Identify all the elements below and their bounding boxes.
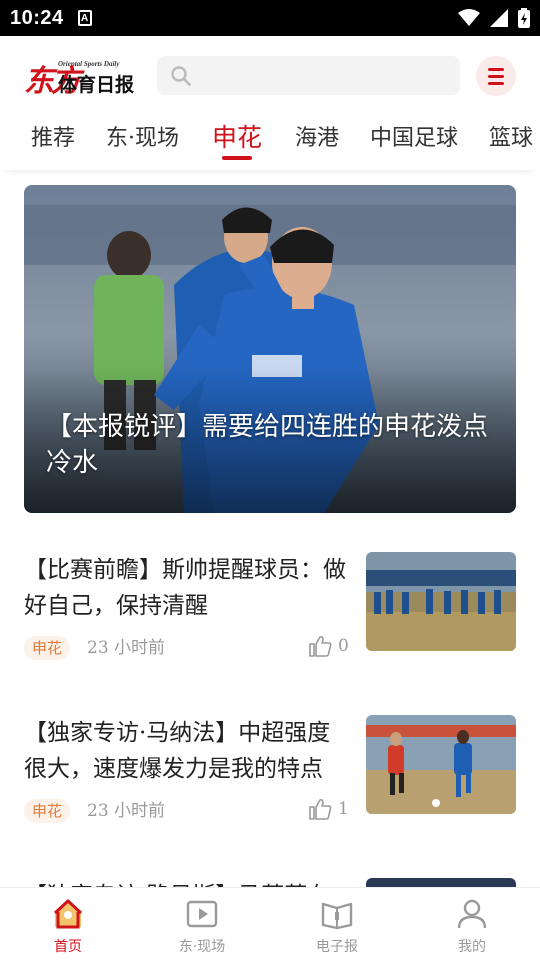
nav-label: 电子报 — [316, 939, 358, 955]
home-icon — [53, 899, 83, 929]
nav-label: 首页 — [54, 939, 82, 955]
news-category-tag[interactable]: 申花 — [24, 636, 71, 660]
app-header: 东方 Oriental Sports Daily 体育日报 — [0, 36, 540, 114]
like-button[interactable]: 1 — [308, 798, 349, 820]
search-input[interactable] — [157, 56, 460, 95]
signal-icon — [490, 9, 508, 27]
app-logo[interactable]: 东方 Oriental Sports Daily 体育日报 — [24, 56, 144, 99]
nav-label: 我的 — [458, 939, 486, 955]
hero-title: 【本报锐评】需要给四连胜的申花泼点冷水 — [46, 412, 489, 478]
tab-chinese-football[interactable]: 中国足球 — [370, 120, 458, 152]
tab-basketball[interactable]: 篮球 — [489, 120, 533, 152]
newspaper-icon — [321, 902, 353, 930]
thumbs-up-icon — [309, 636, 332, 657]
news-title: 【独家专访·马纳法】中超强度很大，速度爆发力是我的特点 — [24, 720, 331, 782]
menu-icon — [488, 67, 504, 71]
profile-icon — [457, 899, 487, 929]
search-icon — [171, 66, 191, 86]
news-title: 【比赛前瞻】斯帅提醒球员：做好自己，保持清醒 — [24, 557, 346, 619]
nav-profile[interactable]: 我的 — [422, 898, 522, 956]
wifi-icon — [458, 9, 480, 26]
like-count: 0 — [338, 636, 349, 656]
news-item[interactable]: 【独家专访·马纳法】中超强度很大，速度爆发力是我的特点 申花 23 小时前 1 — [24, 715, 516, 835]
hero-article[interactable]: 【本报锐评】需要给四连胜的申花泼点冷水 — [24, 185, 516, 513]
nav-label: 东·现场 — [178, 939, 226, 955]
status-time: 10:24 — [10, 6, 64, 29]
logo-english-name: Oriental Sports Daily — [58, 60, 120, 68]
nav-live[interactable]: 东·现场 — [152, 898, 252, 956]
tab-live[interactable]: 东·现场 — [106, 120, 179, 152]
status-icons — [458, 8, 530, 28]
news-timestamp: 23 小时前 — [87, 801, 166, 821]
like-count: 1 — [338, 799, 349, 819]
nav-home[interactable]: 首页 — [18, 898, 118, 956]
status-bar: 10:24 A — [0, 0, 540, 36]
logo-chinese-name: 体育日报 — [58, 74, 135, 96]
nav-epaper[interactable]: 电子报 — [287, 898, 387, 956]
news-timestamp: 23 小时前 — [87, 638, 166, 658]
news-thumbnail — [366, 552, 516, 651]
menu-button[interactable] — [476, 56, 516, 96]
battery-icon — [518, 8, 530, 28]
news-item[interactable]: 【比赛前瞻】斯帅提醒球员：做好自己，保持清醒 申花 23 小时前 0 — [24, 552, 516, 672]
active-tab-indicator — [222, 156, 252, 160]
thumbs-up-icon — [309, 799, 332, 820]
news-thumbnail — [366, 715, 516, 814]
tab-shenhua[interactable]: 申花 — [212, 118, 262, 154]
like-button[interactable]: 0 — [308, 635, 349, 657]
tab-haigang[interactable]: 海港 — [295, 120, 339, 152]
notification-a-icon: A — [77, 10, 92, 26]
news-category-tag[interactable]: 申花 — [24, 799, 71, 823]
video-play-icon — [186, 900, 218, 928]
bottom-navigation: 首页 东·现场 电子报 我的 — [0, 887, 540, 960]
tab-recommend[interactable]: 推荐 — [31, 120, 75, 152]
channel-tabs: 推荐 东·现场 申花 海港 中国足球 篮球 — [0, 114, 540, 170]
